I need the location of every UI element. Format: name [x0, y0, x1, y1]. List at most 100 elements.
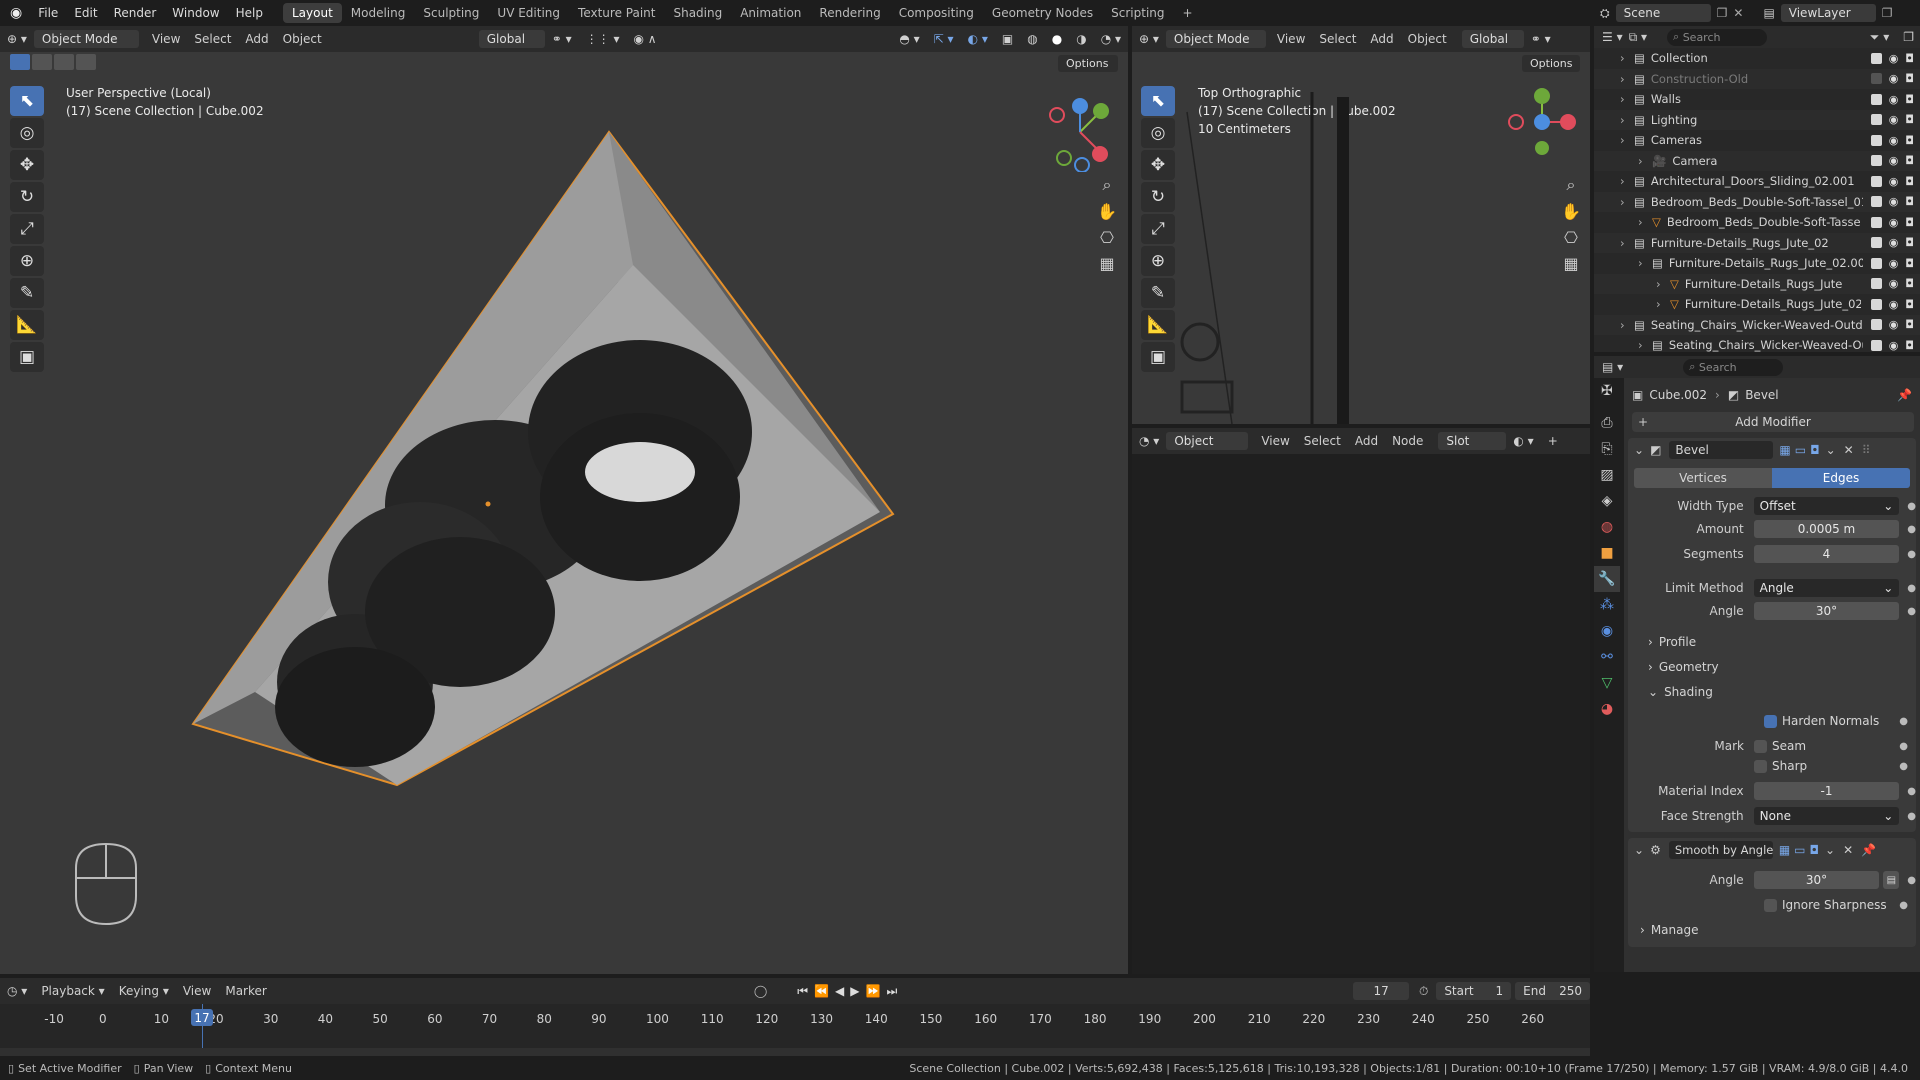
pan-hand-icon[interactable]: ✋	[1558, 198, 1584, 224]
tab-modeling[interactable]: Modeling	[342, 3, 415, 23]
material-icon[interactable]: ◐ ▾	[1506, 432, 1540, 450]
menu-select[interactable]: Select	[1297, 432, 1348, 450]
exclude-checkbox[interactable]	[1870, 257, 1882, 269]
angle-field[interactable]: 30°	[1753, 602, 1900, 620]
shading-subpanel[interactable]: ⌄ Shading	[1628, 681, 1916, 703]
expand-chevron-icon[interactable]: ›	[1656, 297, 1670, 311]
new-scene-icon[interactable]: ❐	[1717, 6, 1728, 20]
menu-add[interactable]: Add	[1363, 30, 1400, 48]
tab-geometry-nodes[interactable]: Geometry Nodes	[983, 3, 1102, 23]
modifier-menu-icon[interactable]: ⌄	[1825, 843, 1835, 857]
editor-type-icon[interactable]: ◔ ▾	[1132, 432, 1166, 450]
remove-modifier-icon[interactable]: ✕	[1843, 843, 1853, 857]
exclude-checkbox[interactable]	[1870, 93, 1882, 105]
menu-marker[interactable]: Marker	[218, 982, 273, 1000]
scene-tab-icon[interactable]: ◈	[1594, 488, 1620, 514]
object-tab-icon[interactable]: ■	[1594, 540, 1620, 566]
keyframe-dot-icon[interactable]: ●	[1907, 786, 1916, 797]
width-type-dropdown[interactable]: Offset ⌄	[1753, 497, 1900, 515]
exclude-checkbox[interactable]	[1870, 155, 1882, 167]
expand-chevron-icon[interactable]: ›	[1638, 256, 1652, 270]
expand-chevron-icon[interactable]: ›	[1638, 338, 1652, 352]
zoom-icon[interactable]: ⌕	[1558, 172, 1584, 198]
expand-chevron-icon[interactable]: ›	[1620, 113, 1634, 127]
exclude-checkbox[interactable]	[1870, 298, 1882, 310]
menu-help[interactable]: Help	[228, 6, 271, 20]
face-strength-dropdown[interactable]: None ⌄	[1753, 807, 1900, 825]
menu-view[interactable]: View	[1254, 432, 1296, 450]
proportional-edit-icon[interactable]: ◉ ∧	[627, 30, 664, 48]
expand-chevron-icon[interactable]: ›	[1638, 215, 1652, 229]
grid-view-icon[interactable]: ▦	[1558, 250, 1584, 276]
transform-orientation-dropdown[interactable]: Global	[1461, 30, 1524, 48]
drag-handle-icon[interactable]: ⠿	[1862, 443, 1871, 457]
outliner-row[interactable]: › ▤ Walls ◉ ◘	[1594, 89, 1920, 110]
outliner-row[interactable]: › ▤ Cameras ◉ ◘	[1594, 130, 1920, 151]
render-camera-icon[interactable]: ◘	[1905, 236, 1914, 249]
keyframe-dot-icon[interactable]: ●	[1907, 583, 1916, 594]
timeline-area[interactable]: -10 0 10 20 30 40 50 60 70 80 90 100 110 120 130 140 150…	[0, 1004, 1590, 1056]
edit-mode-toggle-icon[interactable]: ▦	[1779, 443, 1790, 457]
exclude-checkbox[interactable]	[1870, 319, 1882, 331]
menu-select[interactable]: Select	[1312, 30, 1363, 48]
tab-uv-editing[interactable]: UV Editing	[488, 3, 569, 23]
menu-render[interactable]: Render	[106, 6, 165, 20]
tab-layout[interactable]: Layout	[282, 3, 342, 23]
menu-view[interactable]: View	[176, 982, 218, 1000]
outliner-row[interactable]: › ▤ Furniture-Details_Rugs_Jute_02.001 ◉ ◘	[1594, 253, 1920, 274]
menu-view[interactable]: View	[145, 30, 187, 48]
auto-keying-icon[interactable]: ◯	[754, 984, 767, 998]
render-camera-icon[interactable]: ◘	[1905, 339, 1914, 352]
modifier-tab-icon[interactable]: 🔧	[1594, 566, 1620, 592]
modifier-menu-icon[interactable]: ⌄	[1826, 443, 1836, 457]
menu-object[interactable]: Object	[1401, 30, 1454, 48]
view-layer-field[interactable]: ViewLayer	[1780, 4, 1876, 22]
outliner-row[interactable]: › ▤ Bedroom_Beds_Double-Soft-Tassel_01. ◉ ◘	[1594, 191, 1920, 212]
render-camera-icon[interactable]: ◘	[1905, 72, 1914, 85]
collapse-chevron-icon[interactable]: ⌄	[1634, 443, 1644, 457]
current-frame-field[interactable]: 17	[1353, 982, 1409, 1000]
render-toggle-icon[interactable]: ◘	[1810, 843, 1820, 857]
eye-icon[interactable]: ◉	[1889, 257, 1899, 270]
pin-icon[interactable]: 📌	[1897, 388, 1912, 402]
amount-field[interactable]: 0.0005 m	[1753, 520, 1900, 538]
exclude-checkbox[interactable]	[1870, 134, 1882, 146]
render-camera-icon[interactable]: ◘	[1905, 318, 1914, 331]
menu-window[interactable]: Window	[164, 6, 227, 20]
visibility-icon[interactable]: ◓ ▾	[892, 30, 926, 48]
exclude-checkbox[interactable]	[1870, 73, 1882, 85]
tab-rendering[interactable]: Rendering	[810, 3, 889, 23]
eye-icon[interactable]: ◉	[1889, 93, 1899, 106]
add-modifier-button[interactable]: + Add Modifier	[1632, 412, 1914, 432]
display-mode-icon[interactable]: ⧉ ▾	[1629, 30, 1647, 45]
geometry-subpanel[interactable]: › Geometry	[1628, 656, 1916, 678]
menu-node[interactable]: Node	[1385, 432, 1430, 450]
outliner-row[interactable]: › ▤ Seating_Chairs_Wicker-Weaved-Outdo ◉ ◘	[1594, 314, 1920, 335]
start-frame-field[interactable]: Start 1	[1436, 982, 1512, 1000]
render-camera-icon[interactable]: ◘	[1905, 216, 1914, 229]
stopwatch-icon[interactable]: ⏱	[1419, 984, 1428, 999]
shading-rendered-icon[interactable]: ◔ ▾	[1094, 30, 1128, 48]
render-camera-icon[interactable]: ◘	[1905, 277, 1914, 290]
segments-field[interactable]: 4	[1753, 545, 1900, 563]
physics-tab-icon[interactable]: ◉	[1594, 618, 1620, 644]
outliner-row[interactable]: › ▤ Seating_Chairs_Wicker-Weaved-Ou ◉ ◘	[1594, 335, 1920, 352]
expand-chevron-icon[interactable]: ›	[1620, 174, 1634, 188]
seam-checkbox[interactable]	[1754, 739, 1767, 753]
keyframe-dot-icon[interactable]: ●	[1899, 761, 1908, 772]
keyframe-dot-icon[interactable]: ●	[1907, 811, 1916, 822]
viewport-toggle-icon[interactable]: ▭	[1795, 443, 1806, 457]
pivot-icon[interactable]: ⚭ ▾	[545, 30, 579, 48]
material-tab-icon[interactable]: ◕	[1594, 696, 1620, 722]
expand-chevron-icon[interactable]: ›	[1620, 236, 1634, 250]
eye-icon[interactable]: ◉	[1889, 113, 1899, 126]
expand-chevron-icon[interactable]: ›	[1620, 92, 1634, 106]
viewport-right[interactable]: ⬉ ◎ ✥ ↻ ⤢ ⊕ ✎ 📐 ▣ Top Orthographic (17) …	[1132, 52, 1590, 424]
jump-keyframe-forward-icon[interactable]: ⏩	[866, 984, 887, 998]
transform-orientation-dropdown[interactable]: Global	[478, 30, 545, 48]
editor-type-icon[interactable]: ⊕ ▾	[0, 30, 34, 48]
limit-method-dropdown[interactable]: Angle ⌄	[1753, 579, 1900, 597]
overlays-icon[interactable]: ◐ ▾	[961, 30, 995, 48]
keyframe-dot-icon[interactable]: ●	[1907, 875, 1916, 886]
shading-material-icon[interactable]: ◑	[1069, 30, 1093, 48]
